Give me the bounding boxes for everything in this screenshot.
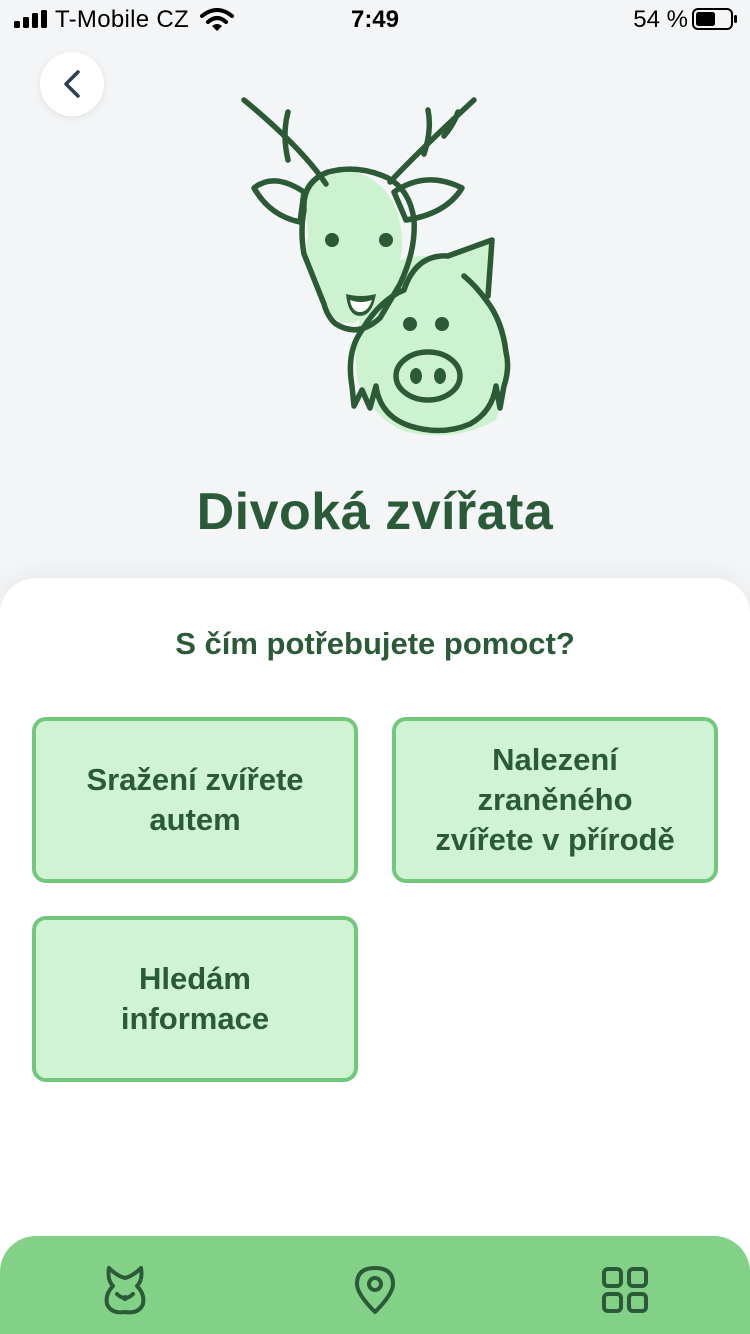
help-question: S čím potřebujete pomoct? — [175, 626, 575, 661]
cellular-signal-icon — [14, 10, 47, 28]
battery-icon — [692, 8, 737, 30]
tab-bar — [0, 1236, 750, 1334]
help-options-card: S čím potřebujete pomoct? Sražení zvířet… — [0, 578, 750, 1278]
deer-and-boar-illustration — [241, 97, 511, 436]
screen: T-Mobile CZ 7:49 54 % Divoká zvířata S č… — [0, 0, 750, 1334]
tab-animals[interactable] — [97, 1262, 153, 1318]
map-pin-icon — [355, 1266, 395, 1314]
chevron-left-icon — [64, 70, 80, 98]
back-button[interactable] — [40, 52, 104, 116]
option-injured-animal-button[interactable]: Nalezení zraněného zvířete v přírodě — [392, 717, 718, 883]
battery-percentage: 54 % — [633, 6, 688, 33]
status-bar: T-Mobile CZ 7:49 54 % — [0, 0, 750, 40]
carrier-name: T-Mobile CZ — [55, 6, 189, 33]
grid-icon — [602, 1267, 648, 1313]
option-information-button[interactable]: Hledám informace — [32, 916, 358, 1082]
wifi-icon — [200, 8, 234, 31]
animal-face-icon — [104, 1266, 146, 1315]
tab-map[interactable] — [347, 1262, 403, 1318]
tab-menu[interactable] — [597, 1262, 653, 1318]
page-title: Divoká zvířata — [196, 483, 554, 541]
option-car-collision-button[interactable]: Sražení zvířete autem — [32, 717, 358, 883]
